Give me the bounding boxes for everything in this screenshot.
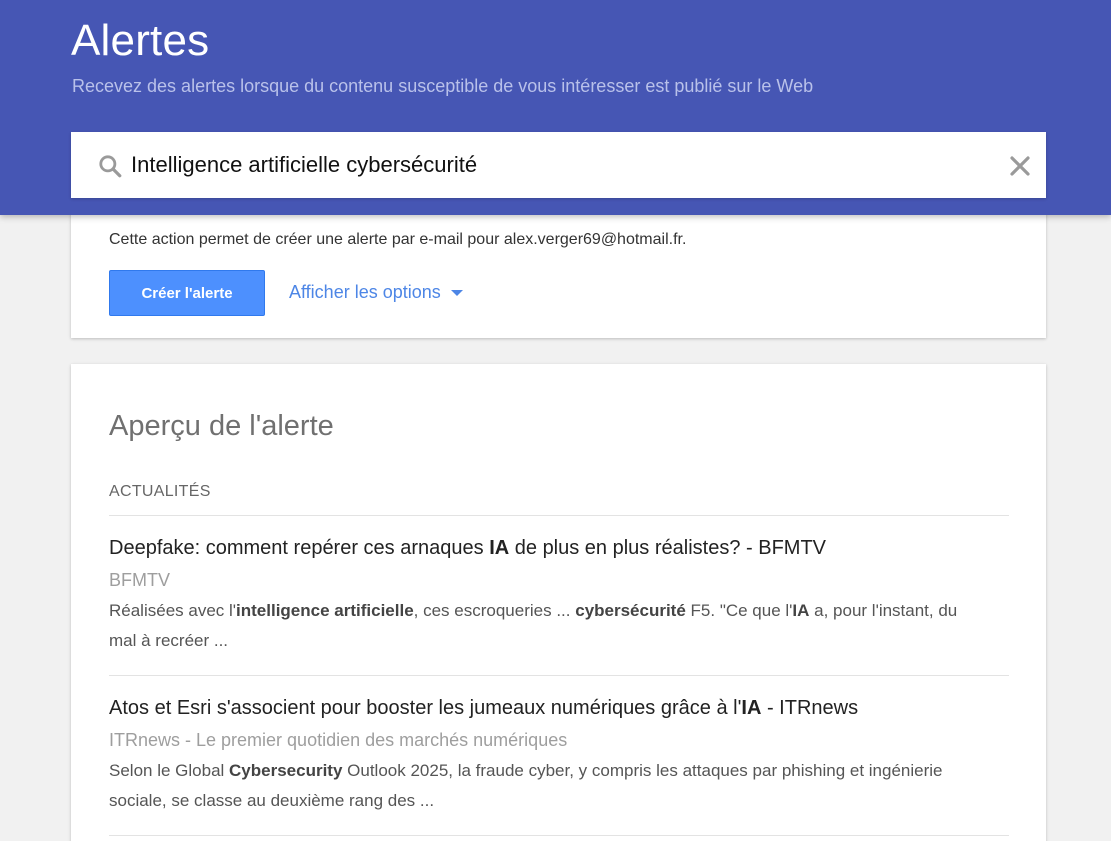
divider [109, 675, 1009, 676]
news-item-snippet: Réalisées avec l'intelligence artificiel… [109, 596, 989, 656]
text-run: Atos et Esri s'associent pour booster le… [109, 697, 742, 719]
alerts-page: Alertes Recevez des alertes lorsque du c… [0, 0, 1111, 841]
create-alert-card: Cette action permet de créer une alerte … [71, 200, 1046, 338]
text-run: F5. "Ce que l' [685, 601, 793, 620]
divider [109, 835, 1009, 836]
news-item: Atos et Esri s'associent pour booster le… [109, 694, 1009, 816]
search-input[interactable] [131, 132, 991, 198]
highlighted-term: Cybersecurity [229, 761, 343, 780]
news-item: Deepfake: comment repérer ces arnaques I… [109, 534, 1009, 656]
close-icon[interactable] [1009, 155, 1031, 177]
text-run: Réalisées avec l' [109, 601, 237, 620]
search-box [71, 132, 1046, 198]
news-item-title[interactable]: Deepfake: comment repérer ces arnaques I… [109, 534, 1009, 562]
caret-down-icon [450, 289, 463, 296]
create-alert-button[interactable]: Créer l'alerte [109, 270, 265, 316]
highlighted-term: IA [792, 601, 810, 620]
text-run: , ces escroqueries ... [413, 601, 576, 620]
create-alert-description: Cette action permet de créer une alerte … [109, 231, 687, 248]
show-options-label: Afficher les options [289, 282, 441, 302]
text-run: - ITRnews [761, 697, 859, 719]
news-item-title[interactable]: Atos et Esri s'associent pour booster le… [109, 694, 1009, 722]
highlighted-term: IA [489, 537, 510, 559]
alert-preview-card: Aperçu de l'alerte ACTUALITÉS Deepfake: … [71, 364, 1046, 841]
text-run: de plus en plus réalistes? - BFMTV [509, 537, 826, 559]
section-label-news: ACTUALITÉS [109, 483, 211, 500]
news-item-snippet: Selon le Global Cybersecurity Outlook 20… [109, 756, 989, 816]
search-icon [99, 155, 122, 178]
highlighted-term: intelligence artificielle [236, 601, 414, 620]
page-subtitle: Recevez des alertes lorsque du contenu s… [72, 76, 814, 96]
preview-title: Aperçu de l'alerte [109, 410, 334, 442]
news-item-source: ITRnews - Le premier quotidien des march… [109, 730, 568, 750]
divider [109, 515, 1009, 516]
show-options-link[interactable]: Afficher les options [289, 282, 463, 303]
news-item-source: BFMTV [109, 570, 170, 590]
text-run: Deepfake: comment repérer ces arnaques [109, 537, 490, 559]
highlighted-term: cybersécurité [575, 601, 686, 620]
text-run: Selon le Global [109, 761, 230, 780]
highlighted-term: IA [741, 697, 762, 719]
page-title: Alertes [71, 16, 210, 65]
